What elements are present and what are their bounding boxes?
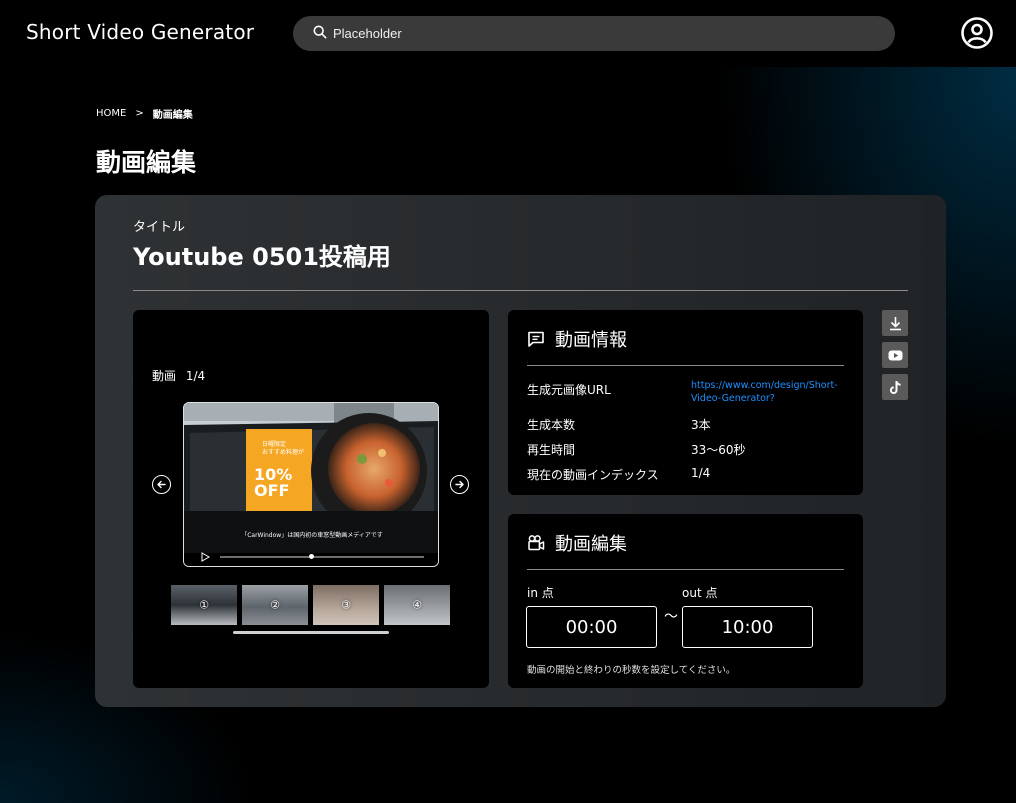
video-edit-card: 動画編集 in 点 out 点 00:00 〜 10:00 動画の開始と終わりの…	[508, 514, 863, 688]
video-counter-value: 1/4	[185, 369, 206, 383]
title-label: タイトル	[133, 220, 186, 235]
thumbnail-strip: ① ② ③ ④	[171, 585, 451, 625]
thumbnail-scrollbar[interactable]	[233, 631, 389, 634]
overlay-caption: 「CarWindow」は国内初の車窓型動画メディアです	[241, 532, 383, 539]
arrow-left-icon	[157, 480, 166, 489]
in-point-input[interactable]: 00:00	[526, 606, 657, 648]
next-video-button[interactable]	[450, 475, 469, 494]
breadcrumb-current: 動画編集	[152, 110, 193, 121]
thumbnail-number: ③	[341, 598, 351, 612]
divider	[527, 365, 844, 366]
range-separator: 〜	[664, 609, 678, 625]
tiktok-share-button[interactable]	[882, 374, 908, 400]
search-input[interactable]	[333, 26, 873, 41]
video-preview	[184, 403, 438, 566]
app-title: Short Video Generator	[26, 20, 255, 44]
video-counter-label: 動画	[152, 369, 177, 383]
video-title: Youtube 0501投稿用	[133, 243, 391, 271]
divider	[133, 290, 908, 291]
video-info-heading: 動画情報	[527, 326, 627, 352]
thumbnail-3[interactable]: ③	[313, 585, 379, 625]
divider	[527, 569, 844, 570]
thumbnail-number: ④	[412, 598, 422, 612]
out-point-label: out 点	[682, 586, 718, 600]
thumbnail-number: ②	[270, 598, 280, 612]
account-icon[interactable]	[960, 16, 994, 50]
in-point-label: in 点	[527, 586, 554, 600]
arrow-right-icon	[455, 480, 464, 489]
info-value-duration: 33〜60秒	[691, 443, 746, 457]
thumbnail-4[interactable]: ④	[384, 585, 450, 625]
overlay-off: OFF	[254, 481, 290, 500]
download-icon	[889, 316, 901, 330]
page-title: 動画編集	[96, 148, 197, 177]
edit-panel: タイトル Youtube 0501投稿用 動画 1/4 日曜限定 おすすめ料理が…	[95, 195, 946, 707]
info-value-index: 1/4	[691, 466, 711, 480]
edit-hint: 動画の開始と終わりの秒数を設定してください。	[527, 665, 736, 676]
info-value-count: 3本	[691, 418, 711, 432]
video-info-card: 動画情報 生成元画像URL https://www.com/design/Sho…	[508, 310, 863, 495]
tiktok-icon	[889, 380, 901, 394]
youtube-icon	[888, 350, 902, 360]
previous-video-button[interactable]	[152, 475, 171, 494]
video-edit-heading: 動画編集	[527, 530, 627, 556]
info-value-source-url[interactable]: https://www.com/design/Short-Video-Gener…	[691, 379, 851, 405]
video-player-card: 動画 1/4 日曜限定 おすすめ料理が 10% OFF 「CarWindow」は…	[133, 310, 489, 688]
search-bar[interactable]	[293, 16, 895, 51]
info-key-duration: 再生時間	[527, 443, 576, 457]
out-point-input[interactable]: 10:00	[682, 606, 813, 648]
top-bar: Short Video Generator	[0, 0, 1016, 67]
breadcrumb: HOME > 動画編集	[96, 106, 193, 121]
search-icon	[313, 24, 327, 43]
download-button[interactable]	[882, 310, 908, 336]
video-frame[interactable]: 日曜限定 おすすめ料理が 10% OFF 「CarWindow」は国内初の車窓型…	[183, 402, 439, 567]
breadcrumb-separator: >	[135, 108, 144, 119]
video-edit-title: 動画編集	[555, 534, 627, 555]
video-info-title: 動画情報	[555, 330, 627, 351]
info-key-count: 生成本数	[527, 418, 576, 432]
thumbnail-1[interactable]: ①	[171, 585, 237, 625]
thumbnail-number: ①	[199, 598, 209, 612]
breadcrumb-home[interactable]: HOME	[96, 108, 126, 119]
youtube-share-button[interactable]	[882, 342, 908, 368]
video-camera-icon	[528, 535, 545, 551]
thumbnail-2[interactable]: ②	[242, 585, 308, 625]
info-key-source-url: 生成元画像URL	[527, 383, 611, 397]
overlay-badge-sub: おすすめ料理が	[262, 449, 305, 456]
info-key-index: 現在の動画インデックス	[527, 468, 659, 482]
video-counter: 動画 1/4	[152, 367, 205, 384]
comment-icon	[528, 331, 544, 347]
